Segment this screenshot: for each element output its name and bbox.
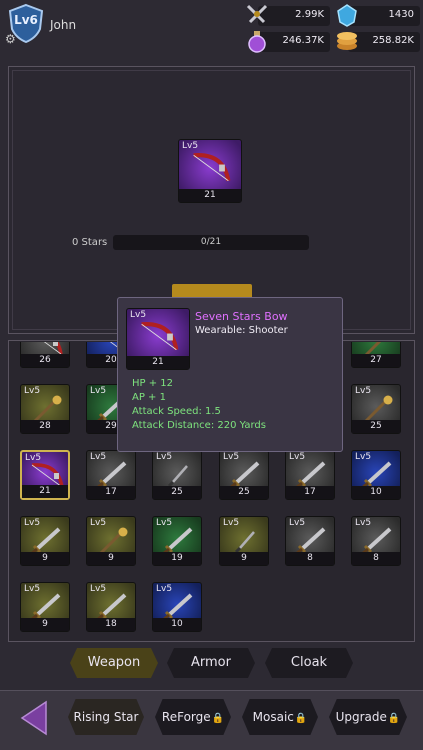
gems-resource: 1430 xyxy=(337,4,420,27)
slot-count: 25 xyxy=(220,486,268,499)
top-bar: Lv6 ⚙ John 2.99K 1430 246.37K 258.82K xyxy=(0,0,423,60)
item-wearable: Wearable: Shooter xyxy=(195,325,288,336)
inventory-slot[interactable]: Lv5 25 xyxy=(351,384,401,434)
stars-label: 0 Stars xyxy=(72,237,108,248)
swords-value: 2.99K xyxy=(295,9,324,20)
slot-count: 10 xyxy=(153,618,201,631)
slot-count: 9 xyxy=(87,552,135,565)
gear-icon[interactable]: ⚙ xyxy=(5,32,16,46)
slot-count: 25 xyxy=(153,486,201,499)
inventory-slot[interactable]: Lv5 10 xyxy=(152,582,202,632)
inventory-slot[interactable]: Lv5 18 xyxy=(86,582,136,632)
item-tooltip: Lv5 21 Seven Stars Bow Wearable: Shooter… xyxy=(117,297,343,452)
tab-weapon[interactable]: Weapon xyxy=(70,648,158,678)
inventory-slot[interactable]: Lv5 8 xyxy=(351,516,401,566)
preview-item-slot[interactable]: Lv5 21 xyxy=(178,139,242,203)
nav-reforge[interactable]: ReForge🔒 xyxy=(155,699,231,735)
nav-upgrade[interactable]: Upgrade🔒 xyxy=(329,699,407,735)
inventory-slot[interactable]: Lv5 21 xyxy=(20,450,70,500)
potion-resource: 246.37K xyxy=(248,31,330,53)
tab-armor[interactable]: Armor xyxy=(167,648,255,678)
nav-mosaic-label: Mosaic xyxy=(252,710,294,724)
swords-resource: 2.99K xyxy=(246,4,330,26)
tooltip-count: 21 xyxy=(127,356,189,369)
potion-value: 246.37K xyxy=(282,35,324,46)
coin-stack-icon xyxy=(337,32,357,50)
stat-attack-distance: Attack Distance: 220 Yards xyxy=(132,420,266,431)
slot-count: 17 xyxy=(286,486,334,499)
inventory-slot[interactable]: Lv5 17 xyxy=(285,450,335,500)
stars-progress-text: 0/21 xyxy=(200,237,222,247)
coins-value: 258.82K xyxy=(372,35,414,46)
crossed-swords-icon xyxy=(246,4,268,24)
lock-icon: 🔒 xyxy=(387,713,401,724)
slot-count: 21 xyxy=(22,485,68,498)
item-name: Seven Stars Bow xyxy=(195,310,288,323)
stat-hp: HP + 12 xyxy=(132,378,174,389)
player-level: Lv6 xyxy=(14,13,38,27)
slot-count: 9 xyxy=(21,552,69,565)
slot-count: 17 xyxy=(87,486,135,499)
inventory-slot[interactable]: Lv5 10 xyxy=(351,450,401,500)
inventory-slot[interactable]: Lv5 25 xyxy=(152,450,202,500)
nav-upgrade-label: Upgrade xyxy=(335,710,387,724)
gems-value: 1430 xyxy=(388,9,414,20)
coins-resource: 258.82K xyxy=(337,32,420,52)
inventory-slot[interactable]: Lv5 9 xyxy=(20,582,70,632)
inventory-slot[interactable]: Lv5 8 xyxy=(285,516,335,566)
inventory-slot[interactable]: Lv5 19 xyxy=(152,516,202,566)
slot-count: 8 xyxy=(352,552,400,565)
inventory-slot[interactable]: Lv5 25 xyxy=(219,450,269,500)
inventory-slot[interactable]: Lv5 28 xyxy=(20,384,70,434)
potion-icon xyxy=(248,31,266,53)
inventory-slot[interactable]: Lv5 17 xyxy=(86,450,136,500)
slot-count: 10 xyxy=(352,486,400,499)
slot-count: 26 xyxy=(21,354,69,367)
inventory-slot[interactable]: Lv5 9 xyxy=(219,516,269,566)
gem-icon xyxy=(337,4,357,27)
stat-attack-speed: Attack Speed: 1.5 xyxy=(132,406,221,417)
slot-count: 18 xyxy=(87,618,135,631)
slot-count: 8 xyxy=(286,552,334,565)
player-name: John xyxy=(50,18,77,32)
nav-rising-star-label: Rising Star xyxy=(73,710,139,724)
inventory-slot[interactable]: Lv5 9 xyxy=(20,516,70,566)
lock-icon: 🔒 xyxy=(211,713,225,724)
tab-cloak[interactable]: Cloak xyxy=(265,648,353,678)
slot-count: 28 xyxy=(21,420,69,433)
bow-icon xyxy=(141,322,179,351)
nav-rising-star[interactable]: Rising Star xyxy=(68,699,144,735)
slot-count: 19 xyxy=(153,552,201,565)
preview-count: 21 xyxy=(179,189,241,202)
stat-ap: AP + 1 xyxy=(132,392,166,403)
stars-progress-bar: 0/21 xyxy=(113,235,309,250)
slot-count: 9 xyxy=(21,618,69,631)
nav-reforge-label: ReForge xyxy=(161,710,211,724)
bow-icon xyxy=(193,153,231,182)
slot-count: 27 xyxy=(352,354,400,367)
nav-mosaic[interactable]: Mosaic🔒 xyxy=(242,699,318,735)
slot-count: 9 xyxy=(220,552,268,565)
back-arrow-icon[interactable] xyxy=(18,700,50,736)
lock-icon: 🔒 xyxy=(294,713,308,724)
tooltip-item-icon: Lv5 21 xyxy=(126,308,190,370)
slot-count: 25 xyxy=(352,420,400,433)
inventory-slot[interactable]: Lv5 9 xyxy=(86,516,136,566)
